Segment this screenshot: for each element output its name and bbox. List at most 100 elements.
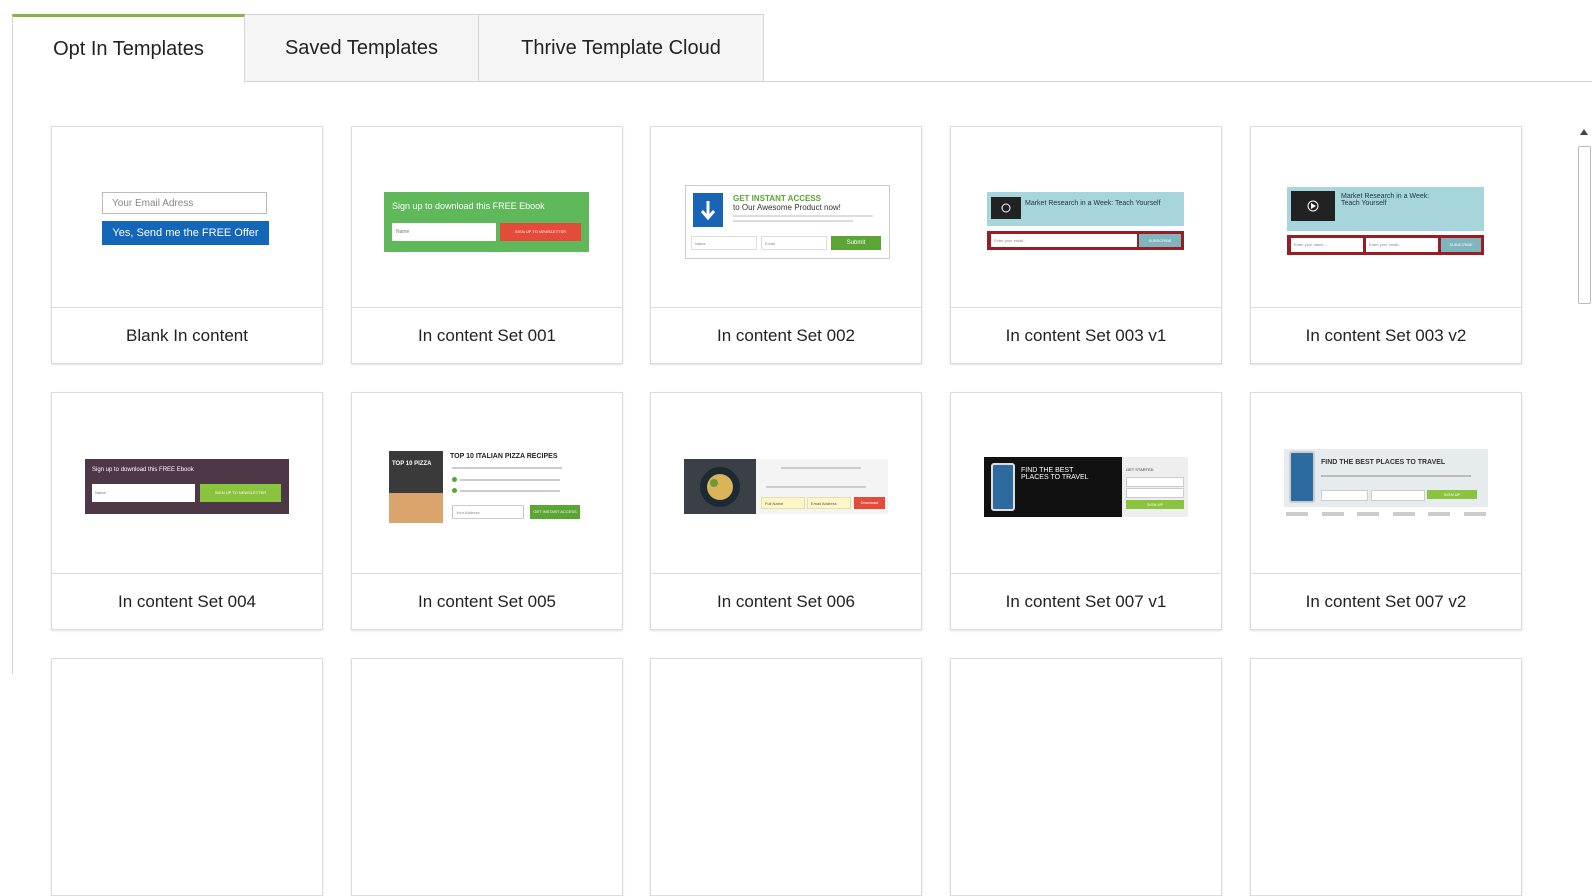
preview-side-label: GET STARTED [1126, 467, 1154, 472]
preview-heading: TOP 10 ITALIAN PIZZA RECIPES [450, 453, 558, 460]
template-name: In content Set 003 v2 [1305, 325, 1467, 345]
preview-heading: Sign up to download this FREE Ebook [92, 467, 194, 473]
tab-saved-templates[interactable]: Saved Templates [244, 14, 479, 82]
template-card-set-007-v2[interactable]: FIND THE BEST PLACES TO TRAVEL SIGN UP I… [1250, 392, 1522, 630]
tab-thrive-template-cloud[interactable]: Thrive Template Cloud [478, 14, 764, 82]
preview-subheading: to Our Awesome Product now! [733, 203, 841, 212]
template-card[interactable] [650, 658, 922, 896]
preview-text-line [733, 215, 873, 217]
preview-text-line [460, 490, 560, 492]
preview-text-line [460, 479, 560, 481]
tab-divider [12, 81, 1592, 82]
preview-heading: FIND THE BEST PLACES TO TRAVEL [1021, 467, 1089, 481]
preview-field [1126, 488, 1184, 498]
preview-field: Name [691, 236, 757, 250]
template-name: In content Set 002 [717, 325, 855, 345]
logo [1357, 512, 1380, 516]
template-card-blank-in-content[interactable]: Your Email Adress Yes, Send me the FREE … [51, 126, 323, 364]
template-preview: FIND THE BEST PLACES TO TRAVEL SIGN UP [1251, 393, 1521, 574]
preview-button: SUBSCRIBE [1139, 234, 1181, 247]
logo [1392, 512, 1415, 516]
preview-text-line [781, 467, 861, 469]
template-card-set-003-v2[interactable]: Market Research in a Week: Teach Yoursel… [1250, 126, 1522, 364]
preview-button: Download [854, 497, 885, 509]
preview-button: SUBSCRIBE [1441, 238, 1481, 252]
scroll-up-arrow-icon[interactable] [1580, 129, 1588, 135]
preview-text-line [1321, 475, 1471, 477]
template-card-set-007-v1[interactable]: FIND THE BEST PLACES TO TRAVEL GET START… [950, 392, 1222, 630]
template-name: In content Set 006 [717, 591, 855, 611]
template-preview: GET INSTANT ACCESS to Our Awesome Produc… [651, 127, 921, 308]
preview-field: Email [761, 236, 827, 250]
book-title: TOP 10 PIZZA [392, 461, 432, 467]
preview-field [1371, 490, 1425, 501]
preview-field: Full Name [761, 497, 805, 509]
preview-email-input: Your Email Adress [102, 192, 267, 214]
template-card-set-005[interactable]: TOP 10 PIZZA TOP 10 ITALIAN PIZZA RECIPE… [351, 392, 623, 630]
template-card[interactable] [351, 658, 623, 896]
preview-text-line [766, 486, 866, 488]
template-name: In content Set 003 v1 [1005, 325, 1167, 345]
template-name: In content Set 001 [418, 325, 556, 345]
template-preview: Your Email Adress Yes, Send me the FREE … [52, 127, 322, 308]
preview-button: GET INSTANT ACCESS [530, 505, 580, 519]
tab-opt-in-templates[interactable]: Opt In Templates [12, 14, 245, 83]
template-card-set-002[interactable]: GET INSTANT ACCESS to Our Awesome Produc… [650, 126, 922, 364]
preview-heading: GET INSTANT ACCESS [733, 194, 822, 203]
video-icon [1291, 191, 1335, 221]
preview-input: Your Address [452, 505, 524, 519]
preview-field: Enter your email... [1366, 238, 1438, 252]
logo-strip [1286, 512, 1486, 520]
phone-image [1289, 451, 1315, 503]
template-card-set-004[interactable]: Sign up to download this FREE Ebook Name… [51, 392, 323, 630]
video-icon [991, 197, 1021, 219]
template-name: In content Set 004 [118, 591, 256, 611]
preview-button: SIGN UP TO NEWSLETTER [200, 484, 281, 502]
logo [1428, 512, 1451, 516]
phone-image [991, 463, 1015, 511]
template-card-set-006[interactable]: Full Name Email Address Download In cont… [650, 392, 922, 630]
preview-button: SIGN UP [1126, 500, 1184, 509]
preview-input: Enter your email... [991, 234, 1137, 247]
logo [1286, 512, 1308, 516]
food-image [684, 459, 756, 514]
template-name: In content Set 007 v1 [1005, 591, 1167, 611]
template-preview: Sign up to download this FREE Ebook Name… [52, 393, 322, 574]
preview-field: Email Address [807, 497, 851, 509]
preview-heading: Sign up to download this FREE Ebook [392, 201, 545, 211]
preview-text-line [452, 467, 562, 469]
scrollbar-thumb[interactable] [1578, 146, 1591, 304]
template-card[interactable] [1250, 658, 1522, 896]
check-icon [452, 488, 457, 493]
preview-button: SIGN UP [1427, 490, 1477, 499]
preview-heading: Market Research in a Week: Teach Yoursel… [1025, 200, 1161, 207]
preview-text-line [733, 220, 853, 222]
preview-heading: FIND THE BEST PLACES TO TRAVEL [1321, 459, 1446, 466]
template-name: In content Set 007 v2 [1305, 591, 1467, 611]
template-preview: TOP 10 PIZZA TOP 10 ITALIAN PIZZA RECIPE… [352, 393, 622, 574]
template-name: In content Set 005 [418, 591, 556, 611]
box-icon [693, 193, 723, 227]
book-image [389, 493, 443, 523]
logo [1321, 512, 1344, 516]
template-preview: Market Research in a Week: Teach Yoursel… [1251, 127, 1521, 308]
preview-button: Submit [831, 236, 881, 250]
preview-input: Name [92, 484, 195, 502]
template-card-set-003-v1[interactable]: Market Research in a Week: Teach Yoursel… [950, 126, 1222, 364]
preview-field [1321, 490, 1368, 501]
preview-button: SIGN UP TO NEWSLETTER [500, 223, 581, 241]
template-preview: Sign up to download this FREE Ebook Name… [352, 127, 622, 308]
check-icon [452, 477, 457, 482]
preview-field [1126, 477, 1184, 487]
template-name: Blank In content [126, 325, 248, 345]
template-tabs: Opt In Templates Saved Templates Thrive … [12, 14, 764, 83]
preview-button: Yes, Send me the FREE Offer [102, 221, 269, 245]
vertical-scrollbar[interactable] [1576, 126, 1592, 674]
template-preview: FIND THE BEST PLACES TO TRAVEL GET START… [951, 393, 1221, 574]
template-card[interactable] [950, 658, 1222, 896]
template-preview: Market Research in a Week: Teach Yoursel… [951, 127, 1221, 308]
preview-field: Enter your name... [1291, 238, 1363, 252]
template-card[interactable] [51, 658, 323, 896]
preview-input: Name [392, 223, 496, 241]
template-card-set-001[interactable]: Sign up to download this FREE Ebook Name… [351, 126, 623, 364]
